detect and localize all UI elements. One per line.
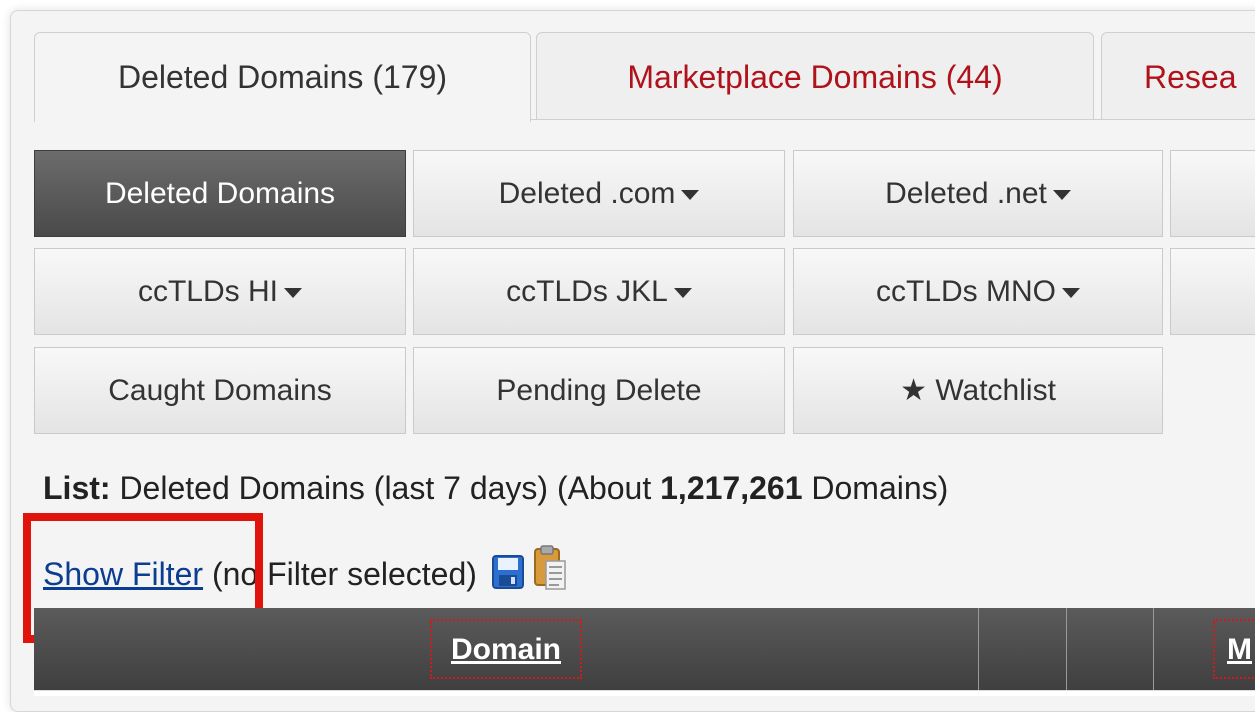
deleted-domains-label: Deleted Domains: [104, 177, 336, 210]
list-label: List:: [43, 470, 111, 506]
star-icon: ★: [900, 374, 936, 407]
caught-domains-label: Caught Domains: [108, 374, 332, 407]
deleted-net-button[interactable]: Deleted .net: [793, 150, 1163, 237]
tab-divider: [530, 119, 1255, 120]
cctlds-mno-button[interactable]: ccTLDs MNO: [793, 248, 1163, 335]
list-description: Deleted Domains (last 7 days) (About: [110, 470, 661, 506]
chevron-down-icon: [673, 288, 692, 299]
column-divider: [978, 608, 979, 690]
table-row: [34, 690, 1255, 696]
tab-deleted-domains[interactable]: Deleted Domains (179): [34, 32, 531, 122]
cctlds-jkl-button[interactable]: ccTLDs JKL: [413, 248, 785, 335]
pending-delete-label: Pending Delete: [496, 374, 702, 407]
chevron-down-icon: [681, 190, 700, 201]
list-summary: List: Deleted Domains (last 7 days) (Abo…: [43, 470, 948, 507]
watchlist-label: Watchlist: [935, 374, 1056, 407]
chevron-down-icon: [284, 288, 302, 299]
domain-column-header[interactable]: Domain: [430, 619, 582, 679]
deleted-com-label: Deleted .com: [498, 177, 676, 210]
deleted-net-label: Deleted .net: [885, 177, 1047, 210]
cctlds-jkl-label: ccTLDs JKL: [506, 275, 668, 308]
caught-domains-button[interactable]: Caught Domains: [34, 347, 406, 434]
save-icon[interactable]: [491, 555, 524, 589]
column-divider: [1153, 608, 1154, 690]
deleted-com-button[interactable]: Deleted .com: [413, 150, 785, 237]
pending-delete-button[interactable]: Pending Delete: [413, 347, 785, 434]
chevron-down-icon: [1062, 288, 1080, 299]
cctlds-hi-label: ccTLDs HI: [137, 275, 278, 308]
domain-count: 1,217,261: [660, 470, 803, 506]
tab-research[interactable]: Resea: [1101, 32, 1255, 120]
tab-marketplace-domains[interactable]: Marketplace Domains (44): [536, 32, 1094, 120]
cctlds-mno-label: ccTLDs MNO: [876, 275, 1056, 308]
table-header: [34, 608, 1255, 690]
cctlds-hi-button[interactable]: ccTLDs HI: [34, 248, 406, 335]
deleted-domains-button[interactable]: Deleted Domains: [34, 150, 406, 237]
list-suffix: Domains): [802, 470, 949, 506]
more-button-row1[interactable]: [1170, 150, 1255, 237]
clipboard-icon[interactable]: [533, 545, 567, 591]
next-column-header[interactable]: M: [1213, 619, 1255, 679]
column-divider: [1066, 608, 1067, 690]
chevron-down-icon: [1052, 190, 1071, 201]
watchlist-button[interactable]: ★ Watchlist: [793, 347, 1163, 434]
more-button-row2[interactable]: [1170, 248, 1255, 335]
